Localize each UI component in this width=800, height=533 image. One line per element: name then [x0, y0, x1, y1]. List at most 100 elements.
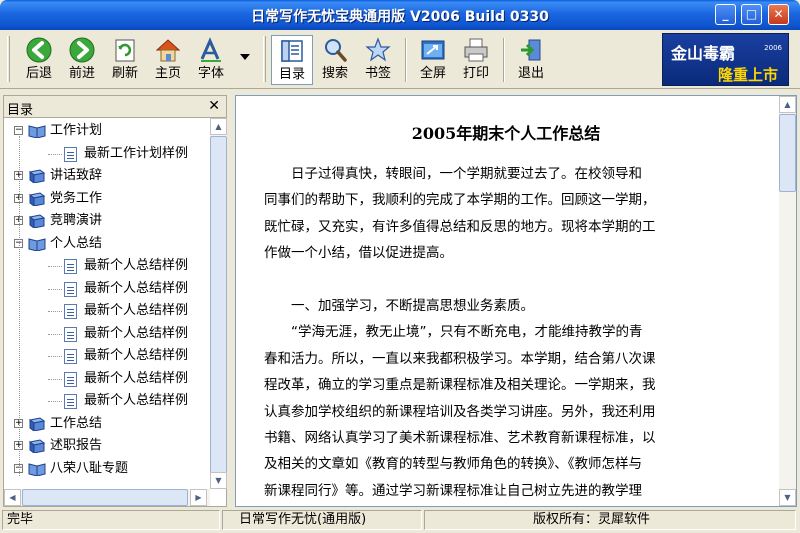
tree-vertical-scrollbar[interactable]: ▲ ▼: [210, 118, 227, 489]
toolbar-grip[interactable]: [7, 36, 10, 82]
tree-horizontal-scrollbar[interactable]: ◀ ▶: [4, 489, 210, 506]
scroll-right-icon[interactable]: ▶: [190, 489, 207, 506]
toolbar-separator: [405, 38, 407, 82]
home-button[interactable]: 主页: [147, 35, 189, 85]
document-page-icon: [64, 326, 77, 342]
contents-tree: − 工作计划 最新工作计划样例 + 讲话致辞 + 党务工作 + 竞聘演讲 − 个人总结 最新个人总结样…: [4, 118, 209, 506]
font-icon: [200, 37, 221, 62]
back-arrow-icon: [26, 37, 52, 63]
closed-book-icon: [28, 416, 46, 431]
open-book-icon: [28, 125, 46, 138]
refresh-button[interactable]: 刷新: [104, 35, 146, 85]
document-text-line: 既忙碌，又充实，有许多值得总结和反思的地方。现将本学期的工: [264, 218, 656, 235]
document-page-icon: [64, 281, 77, 297]
document-text-line: 书籍、网络认真学习了美术新课程标准、艺术教育新课程标准，以: [264, 430, 656, 446]
doc-scroll-down-icon[interactable]: ▼: [779, 489, 796, 506]
document-text-line: 日子过得真快，转眼间，一个学期就要过去了。在校领导和: [264, 166, 642, 182]
tree-item-label: 竞聘演讲: [50, 213, 103, 228]
tree-item-label: 最新个人总结样例: [84, 370, 189, 386]
home-label: 主页: [154, 66, 181, 81]
tree-scroll-thumb[interactable]: [210, 136, 227, 474]
status-state: 完毕: [2, 510, 220, 530]
fullscreen-button[interactable]: 全屏: [412, 35, 454, 85]
scroll-down-icon[interactable]: ▼: [210, 472, 227, 489]
close-button[interactable]: ✕: [768, 4, 789, 25]
contents-panel-title: 目录: [7, 103, 34, 118]
font-dropdown-arrow-icon[interactable]: [240, 54, 250, 60]
tree-item-label: 最新个人总结样例: [84, 393, 189, 408]
contents-icon: [281, 40, 303, 62]
status-product: 日常写作无忧(通用版): [222, 510, 422, 530]
tree-item-label: 工作计划: [50, 123, 103, 138]
print-button[interactable]: 打印: [455, 35, 497, 85]
exit-icon: [521, 39, 541, 61]
font-button[interactable]: 字体: [190, 35, 232, 85]
contents-button[interactable]: 目录: [271, 35, 313, 85]
tree-connector-line: [48, 401, 62, 402]
exit-button[interactable]: 退出: [510, 35, 552, 85]
tree-item-label: 工作总结: [50, 415, 103, 431]
document-vertical-scrollbar[interactable]: ▲ ▼: [779, 96, 796, 506]
banner-slogan: 隆重上市: [717, 66, 778, 84]
bookmark-star-icon: [365, 37, 391, 62]
document-text-line: 认真参加学校组织的新课程培训及各类学习讲座。另外，我还利用: [264, 403, 656, 420]
printer-icon: [464, 38, 488, 62]
refresh-label: 刷新: [111, 66, 138, 81]
document-page-icon: [64, 146, 77, 162]
banner-version: 2006: [764, 44, 782, 52]
closed-book-icon: [28, 439, 46, 453]
forward-button[interactable]: 前进: [61, 35, 103, 85]
tree-connector-line: [19, 136, 20, 476]
document-text-line: 程改革，确立的学习重点是新课程标准及相关理论。一学期来，我: [264, 377, 656, 394]
back-button[interactable]: 后退: [18, 35, 60, 85]
search-label: 搜索: [321, 66, 348, 81]
toolbar-grip-2[interactable]: [263, 36, 266, 82]
document-text-line: 同事们的帮助下，我顺利的完成了本学期的工作。回顾这一学期，: [264, 192, 656, 209]
document-text-line: 作做一个小结，借以促进提高。: [264, 245, 453, 262]
tree-item-label: 述职报告: [50, 438, 103, 453]
close-icon[interactable]: ✕: [208, 98, 220, 114]
document-content: 2005年期末个人工作总结 日子过得真快，转眼间，一个学期就要过去了。在校领导和…: [236, 96, 776, 506]
document-page-icon: [64, 394, 77, 409]
scroll-up-icon[interactable]: ▲: [210, 118, 227, 135]
kingsoft-banner-ad[interactable]: 金山毒霸 2006 隆重上市: [662, 33, 789, 86]
document-text-line: “学海无涯，教无止境”，只有不断充电，才能维持教学的青: [264, 324, 643, 341]
document-text-line: 及相关的文章如《教育的转型与教师角色的转换》、《教师怎样与: [264, 456, 642, 473]
document-scroll-thumb[interactable]: [779, 114, 796, 192]
title-bar[interactable]: 日常写作无忧宝典通用版 V2006 Build 0330 _ □ ✕: [0, 0, 800, 30]
minimize-button[interactable]: _: [715, 4, 736, 25]
tree-connector-line: [48, 378, 62, 380]
document-text-line: 一、加强学习，不断提高思想业务素质。: [264, 298, 534, 314]
tree-hscroll-thumb[interactable]: [22, 489, 188, 506]
collapse-toggle-icon[interactable]: −: [14, 126, 23, 135]
tree-item-label: 八荣八耻专题: [50, 460, 129, 476]
document-text-line: 春和活力。所以，一直以来我都积极学习。本学期，结合第八次课: [264, 350, 656, 367]
doc-scroll-up-icon[interactable]: ▲: [779, 96, 796, 113]
document-page-icon: [64, 371, 77, 387]
maximize-button[interactable]: □: [741, 4, 762, 25]
open-book-icon: [28, 237, 46, 251]
contents-panel-header: 目录 ✕: [4, 96, 226, 118]
tree-item-label: 个人总结: [50, 235, 103, 251]
closed-book-icon: [28, 214, 46, 228]
document-text-line: 新课程同行》等。通过学习新课程标准让自己树立先进的教学理: [264, 482, 642, 499]
back-label: 后退: [25, 66, 52, 81]
tree-connector-line: [48, 288, 62, 290]
tree-item-label: 最新个人总结样例: [84, 280, 189, 296]
tree-connector-line: [48, 356, 62, 357]
document-view[interactable]: 2005年期末个人工作总结 日子过得真快，转眼间，一个学期就要过去了。在校领导和…: [235, 95, 797, 507]
closed-book-icon: [28, 191, 46, 206]
window-title: 日常写作无忧宝典通用版 V2006 Build 0330: [251, 9, 549, 25]
print-label: 打印: [462, 66, 489, 81]
contents-label: 目录: [278, 67, 305, 82]
tree-item-label: 最新个人总结样例: [84, 348, 189, 363]
fullscreen-icon: [421, 40, 445, 60]
forward-label: 前进: [68, 66, 95, 81]
search-button[interactable]: 搜索: [314, 35, 356, 85]
contents-panel: 目录 ✕ − 工作计划 最新工作计划样例 + 讲话致辞 + 党务工作 + 竞聘演讲 − 个人总结 最新…: [3, 95, 227, 507]
tree-connector-line: [48, 333, 62, 335]
scroll-left-icon[interactable]: ◀: [4, 489, 21, 506]
home-icon: [155, 39, 181, 62]
bookmark-button[interactable]: 书签: [357, 35, 399, 85]
tree-item-label: 最新个人总结样例: [84, 303, 189, 318]
